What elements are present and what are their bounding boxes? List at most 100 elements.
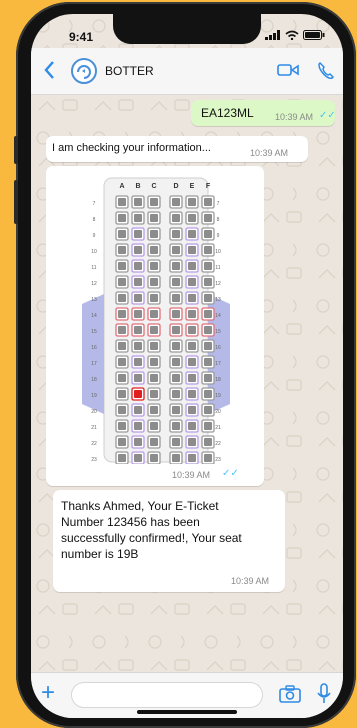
seat-fill (150, 422, 158, 430)
seat-fill (204, 294, 212, 302)
column-label: F (206, 183, 211, 190)
message-time: 10:39 AM (172, 470, 211, 480)
row-number: 19 (215, 393, 221, 399)
message-outgoing[interactable]: EA123ML 10:39 AM ✓✓ (191, 100, 336, 126)
message-text: EA123ML (201, 106, 254, 120)
seat-fill (204, 406, 212, 414)
row-number: 16 (215, 345, 221, 351)
contact-avatar[interactable] (71, 58, 97, 84)
chat-header: BOTTER (31, 48, 343, 95)
seat-fill (134, 342, 142, 350)
seat-fill (188, 230, 196, 238)
seat-fill (188, 310, 196, 318)
seat-fill (150, 310, 158, 318)
seat-fill (188, 422, 196, 430)
seat-fill (204, 230, 212, 238)
contact-name[interactable]: BOTTER (105, 64, 154, 78)
seat-fill (188, 214, 196, 222)
seat-fill (188, 262, 196, 270)
seat-fill (204, 278, 212, 286)
seat-fill (188, 390, 196, 398)
microphone-icon[interactable] (317, 683, 331, 705)
seat-fill (134, 406, 142, 414)
row-number: 10 (215, 249, 221, 255)
seat-fill (172, 198, 180, 206)
seat-fill (118, 390, 126, 398)
seat-fill (172, 294, 180, 302)
column-label: A (119, 183, 124, 190)
seat-fill (134, 278, 142, 286)
seat-fill (118, 454, 126, 462)
seat-fill (118, 230, 126, 238)
video-call-icon[interactable] (277, 63, 299, 77)
status-icons (265, 30, 325, 40)
seat-fill (150, 342, 158, 350)
seat-fill (150, 198, 158, 206)
row-number: 9 (217, 233, 220, 239)
seat-fill (188, 278, 196, 286)
seat-fill (204, 214, 212, 222)
seat-fill (150, 278, 158, 286)
seat-fill (134, 246, 142, 254)
seat-fill (150, 262, 158, 270)
column-label: B (135, 183, 140, 190)
seat-fill (134, 262, 142, 270)
message-incoming[interactable]: Thanks Ahmed, Your E-Ticket Number 12345… (53, 490, 285, 592)
attach-plus-icon[interactable]: + (41, 681, 55, 705)
phone-screen: 9:41 BOTTER EA123ML 10:39 AM ✓✓ I am che… (31, 14, 343, 718)
seat-fill (150, 214, 158, 222)
row-number: 16 (91, 345, 97, 351)
seat-fill (188, 326, 196, 334)
seat-fill (172, 454, 180, 462)
seat-fill (118, 406, 126, 414)
seat-fill (204, 454, 212, 462)
selected-seat (134, 390, 142, 398)
seat-fill (150, 326, 158, 334)
message-input[interactable] (71, 682, 263, 708)
seat-fill (134, 454, 142, 462)
row-number: 14 (91, 313, 97, 319)
row-number: 21 (91, 425, 97, 431)
camera-icon[interactable] (279, 685, 301, 703)
seat-fill (188, 454, 196, 462)
seat-fill (150, 358, 158, 366)
seat-fill (204, 198, 212, 206)
phone-call-icon[interactable] (317, 61, 335, 79)
row-number: 23 (91, 457, 97, 463)
seat-fill (188, 342, 196, 350)
seat-fill (150, 294, 158, 302)
seat-fill (150, 230, 158, 238)
seat-map-image[interactable]: A B C D E F 7 7 8 8 9 9 10 10 11 11 12 12 13 13 14 14 15 15 16 16… (64, 174, 248, 464)
seat-fill (118, 246, 126, 254)
row-number: 22 (215, 441, 221, 447)
row-number: 15 (215, 329, 221, 335)
row-number: 12 (91, 281, 97, 287)
home-indicator (137, 710, 237, 714)
seat-fill (134, 358, 142, 366)
row-number: 10 (91, 249, 97, 255)
seat-fill (134, 438, 142, 446)
signal-icon (265, 30, 280, 40)
row-number: 9 (93, 233, 96, 239)
message-incoming-image[interactable]: A B C D E F 7 7 8 8 9 9 10 10 11 11 12 12 13 13 14 14 15 15 16 16… (46, 166, 264, 486)
seat-fill (172, 310, 180, 318)
seat-fill (134, 230, 142, 238)
row-number: 11 (215, 265, 220, 271)
back-arrow-icon[interactable] (43, 60, 55, 80)
seat-fill (150, 374, 158, 382)
row-number: 7 (93, 201, 96, 207)
row-number: 20 (91, 409, 97, 415)
seat-fill (118, 214, 126, 222)
seat-fill (172, 262, 180, 270)
seat-fill (150, 246, 158, 254)
bot-logo-icon (77, 65, 91, 79)
message-incoming[interactable]: I am checking your information... 10:39 … (46, 136, 308, 162)
seat-fill (134, 326, 142, 334)
seat-fill (188, 406, 196, 414)
seat-fill (188, 438, 196, 446)
row-number: 21 (215, 425, 221, 431)
row-number: 22 (91, 441, 97, 447)
seat-fill (172, 358, 180, 366)
seat-fill (118, 294, 126, 302)
seat-fill (118, 310, 126, 318)
